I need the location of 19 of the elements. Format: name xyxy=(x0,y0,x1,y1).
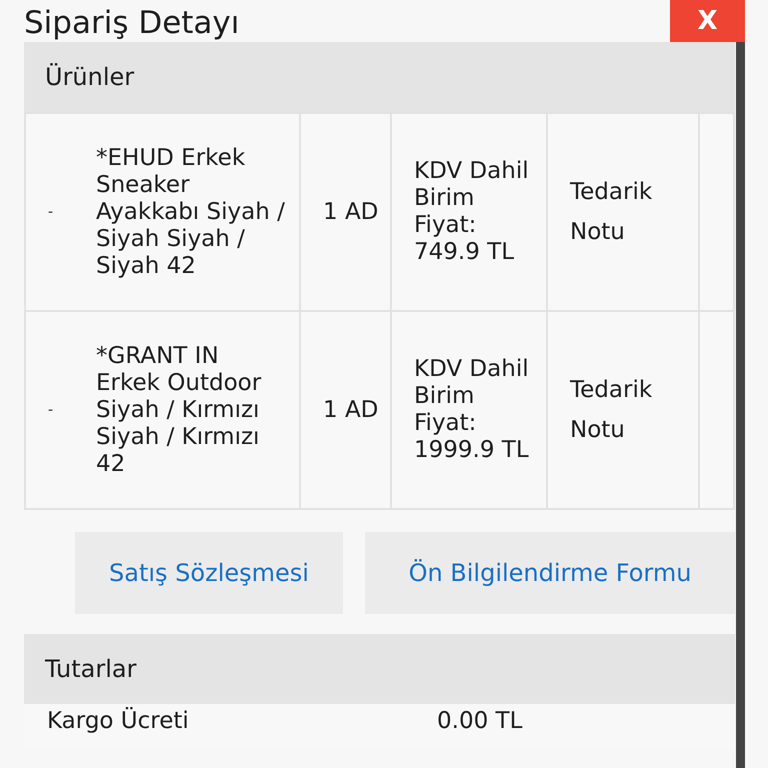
document-link-button[interactable]: Satış Sözleşmesi xyxy=(75,532,343,614)
section-title: Ürünler xyxy=(45,63,134,91)
document-link-button[interactable]: Ön Bilgilendirme Formu xyxy=(365,532,735,614)
dialog-title: Sipariş Detayı xyxy=(24,4,240,42)
quantity-text: 1 AD xyxy=(322,396,380,424)
product-name: *EHUD Erkek Sneaker Ayakkabı Siyah / Siyah Siyah / Siyah 42 xyxy=(96,144,286,280)
unit-price-text: KDV Dahil Birim Fiyat: 749.9 TL xyxy=(413,158,530,266)
section-title: Tutarlar xyxy=(45,655,136,683)
quantity-text: 1 AD xyxy=(322,198,380,226)
row-marker: - xyxy=(47,202,54,222)
product-name: *GRANT IN Erkek Outdoor Siyah / Kırmızı Siyah / Kırmızı 42 xyxy=(96,342,262,478)
supply-note-text: Tedarik Notu xyxy=(569,376,654,445)
total-label: Kargo Ücreti xyxy=(47,708,190,734)
unit-price-text: KDV Dahil Birim Fiyat: 1999.9 TL xyxy=(413,356,530,464)
close-button[interactable]: X xyxy=(670,0,745,42)
total-value: 0.00 TL xyxy=(437,708,522,734)
row-marker: - xyxy=(47,400,54,420)
supply-note-text: Tedarik Notu xyxy=(569,178,654,247)
scrollbar[interactable] xyxy=(736,42,745,768)
